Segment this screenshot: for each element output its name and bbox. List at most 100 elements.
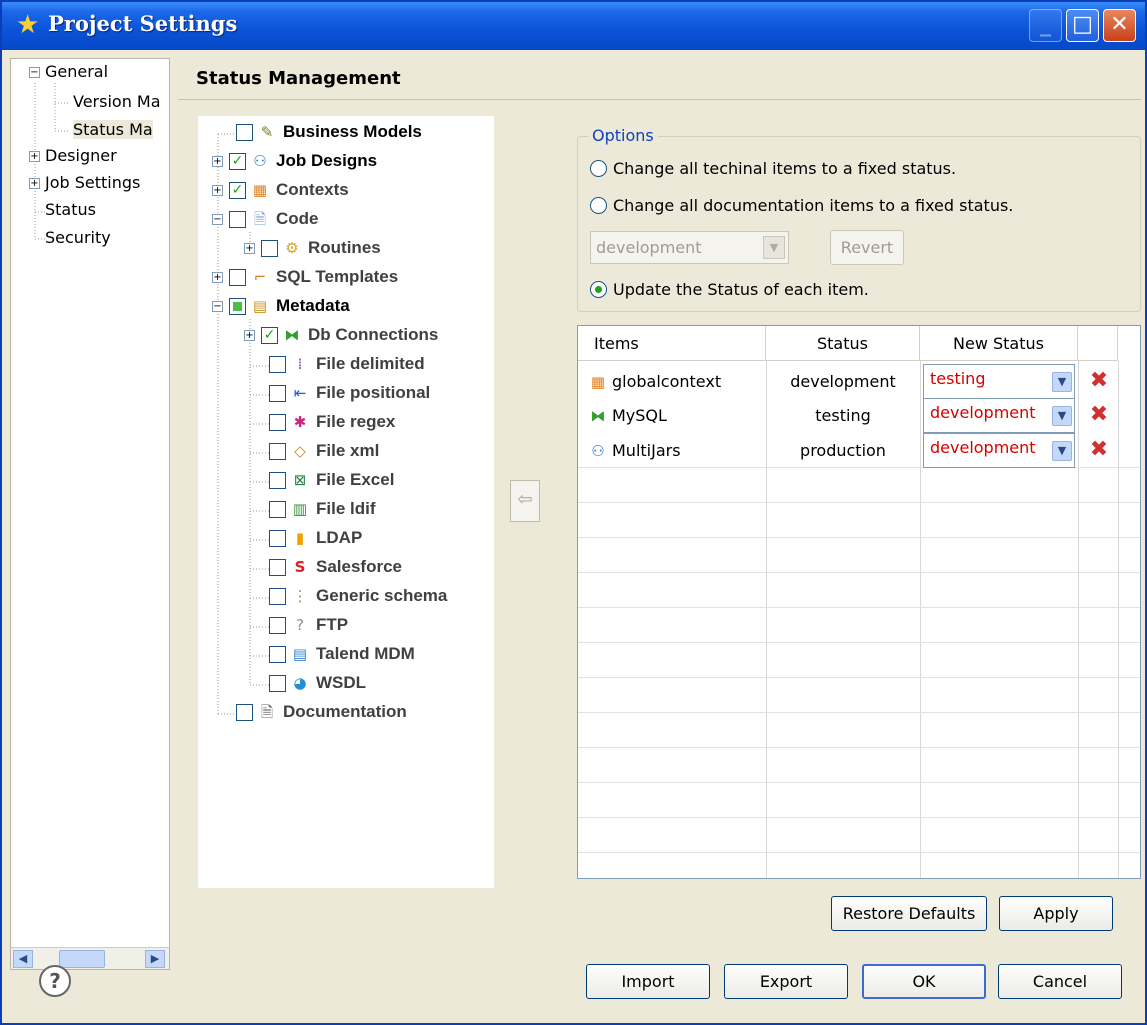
tree-item-sql-templates[interactable]: + ⌐ SQL Templates: [212, 264, 398, 290]
help-icon[interactable]: ?: [39, 965, 71, 997]
scroll-right-icon[interactable]: ▶: [145, 950, 165, 968]
column-header-new-status[interactable]: New Status: [920, 326, 1078, 361]
checkbox[interactable]: [269, 558, 286, 576]
sidebar-item-job-settings[interactable]: Job Settings: [45, 173, 140, 192]
checkbox[interactable]: [269, 674, 286, 692]
tree-item-code[interactable]: − 🗎 Code: [212, 206, 319, 232]
checkbox[interactable]: [229, 210, 246, 228]
radio-button-selected[interactable]: [590, 281, 607, 298]
collapse-toggle[interactable]: −: [212, 300, 223, 312]
checkbox[interactable]: [269, 442, 286, 460]
delete-icon[interactable]: ✖: [1088, 370, 1110, 392]
close-button[interactable]: ✕: [1103, 9, 1136, 42]
cancel-button[interactable]: Cancel: [998, 964, 1122, 999]
sidebar-item-security[interactable]: Security: [45, 228, 111, 247]
radio-button[interactable]: [590, 197, 607, 214]
sidebar-item-version-management[interactable]: Version Ma: [73, 92, 161, 111]
tree-item-ftp[interactable]: ? FTP: [269, 612, 348, 638]
checkbox[interactable]: [269, 616, 286, 634]
expand-toggle[interactable]: +: [212, 271, 223, 283]
radio-update-each[interactable]: Update the Status of each item.: [590, 280, 869, 299]
restore-defaults-button[interactable]: Restore Defaults: [831, 896, 987, 931]
checkbox[interactable]: [229, 268, 246, 286]
ok-button[interactable]: OK: [862, 964, 986, 999]
expand-toggle[interactable]: +: [212, 184, 223, 196]
tree-item-talend-mdm[interactable]: ▤ Talend MDM: [269, 641, 415, 667]
new-status-dropdown[interactable]: testing ▼: [923, 364, 1075, 399]
checkbox-partial[interactable]: [229, 297, 246, 315]
apply-button[interactable]: Apply: [999, 896, 1113, 931]
designer-expand-toggle[interactable]: +: [29, 151, 40, 162]
move-back-arrow-button[interactable]: ⇦: [510, 480, 540, 522]
tree-item-file-delimited[interactable]: ⁞ File delimited: [269, 351, 425, 377]
scroll-left-icon[interactable]: ◀: [13, 950, 33, 968]
radio-button[interactable]: [590, 160, 607, 177]
new-status-dropdown[interactable]: development ▼: [923, 433, 1075, 468]
table-row-item[interactable]: ⧓ MySQL: [578, 398, 766, 433]
export-button[interactable]: Export: [724, 964, 848, 999]
tree-item-metadata[interactable]: − ▤ Metadata: [212, 293, 350, 319]
chevron-down-icon[interactable]: ▼: [1052, 406, 1072, 426]
fixed-status-dropdown[interactable]: development ▼: [590, 231, 789, 264]
checkbox[interactable]: [269, 587, 286, 605]
revert-button[interactable]: Revert: [830, 230, 904, 265]
checkbox[interactable]: [269, 529, 286, 547]
tree-item-generic-schema[interactable]: ⋮ Generic schema: [269, 583, 447, 609]
expand-toggle[interactable]: +: [244, 329, 255, 341]
tree-item-salesforce[interactable]: S Salesforce: [269, 554, 402, 580]
checkbox[interactable]: [269, 471, 286, 489]
checkbox[interactable]: [261, 239, 278, 257]
sidebar-item-status-management[interactable]: Status Ma: [73, 120, 153, 139]
table-row-item[interactable]: ⚇ MultiJars: [578, 433, 766, 468]
delete-icon[interactable]: ✖: [1088, 404, 1110, 426]
checkbox[interactable]: ✓: [229, 152, 246, 170]
scrollbar-thumb[interactable]: [59, 950, 105, 968]
tree-item-job-designs[interactable]: + ✓ ⚇ Job Designs: [212, 148, 377, 174]
sidebar-item-designer[interactable]: Designer: [45, 146, 117, 165]
tree-item-business-models[interactable]: ✎ Business Models: [236, 119, 422, 145]
checkbox[interactable]: [269, 645, 286, 663]
checkbox[interactable]: [236, 123, 253, 141]
maximize-button[interactable]: □: [1066, 9, 1099, 42]
checkbox[interactable]: [236, 703, 253, 721]
tree-item-file-ldif[interactable]: ▥ File ldif: [269, 496, 376, 522]
checkbox[interactable]: ✓: [261, 326, 278, 344]
minimize-button[interactable]: _: [1029, 9, 1062, 42]
checkbox[interactable]: [269, 384, 286, 402]
import-button[interactable]: Import: [586, 964, 710, 999]
tree-item-db-connections[interactable]: + ✓ ⧓ Db Connections: [244, 322, 438, 348]
tree-item-routines[interactable]: + ⚙ Routines: [244, 235, 381, 261]
checkbox[interactable]: ✓: [229, 181, 246, 199]
expand-toggle[interactable]: +: [212, 155, 223, 167]
sidebar-item-status[interactable]: Status: [45, 200, 96, 219]
tree-item-file-positional[interactable]: ⇤ File positional: [269, 380, 430, 406]
delete-icon[interactable]: ✖: [1088, 439, 1110, 461]
checkbox[interactable]: [269, 500, 286, 518]
expand-toggle[interactable]: +: [244, 242, 255, 254]
column-header-status[interactable]: Status: [766, 326, 920, 361]
chevron-down-icon[interactable]: ▼: [1052, 372, 1072, 392]
sidebar-horizontal-scrollbar[interactable]: ◀ ▶: [11, 947, 169, 969]
tree-item-file-excel[interactable]: ⊠ File Excel: [269, 467, 394, 493]
column-header-items[interactable]: Items: [578, 326, 766, 361]
table-row-item[interactable]: ▦ globalcontext: [578, 364, 766, 399]
tree-item-documentation[interactable]: 🗎 Documentation: [236, 699, 407, 725]
radio-technical-fixed[interactable]: Change all techinal items to a fixed sta…: [590, 159, 956, 178]
tree-item-file-regex[interactable]: ✱ File regex: [269, 409, 395, 435]
checkbox[interactable]: [269, 413, 286, 431]
collapse-toggle[interactable]: −: [212, 213, 223, 225]
new-status-dropdown[interactable]: development ▼: [923, 398, 1075, 433]
tree-item-wsdl[interactable]: ◕ WSDL: [269, 670, 366, 696]
radio-documentation-fixed[interactable]: Change all documentation items to a fixe…: [590, 196, 1013, 215]
page-title: Status Management: [196, 68, 401, 89]
checkbox[interactable]: [269, 355, 286, 373]
chevron-down-icon[interactable]: ▼: [763, 236, 785, 259]
chevron-down-icon[interactable]: ▼: [1052, 441, 1072, 461]
tree-item-ldap[interactable]: ▮ LDAP: [269, 525, 362, 551]
sidebar-item-general[interactable]: General: [45, 62, 108, 81]
general-collapse-toggle[interactable]: −: [29, 67, 40, 78]
tree-item-file-xml[interactable]: ◇ File xml: [269, 438, 379, 464]
tree-item-contexts[interactable]: + ✓ ▦ Contexts: [212, 177, 349, 203]
title-bar[interactable]: ★ Project Settings _ □ ✕: [2, 2, 1145, 50]
job-settings-expand-toggle[interactable]: +: [29, 178, 40, 189]
